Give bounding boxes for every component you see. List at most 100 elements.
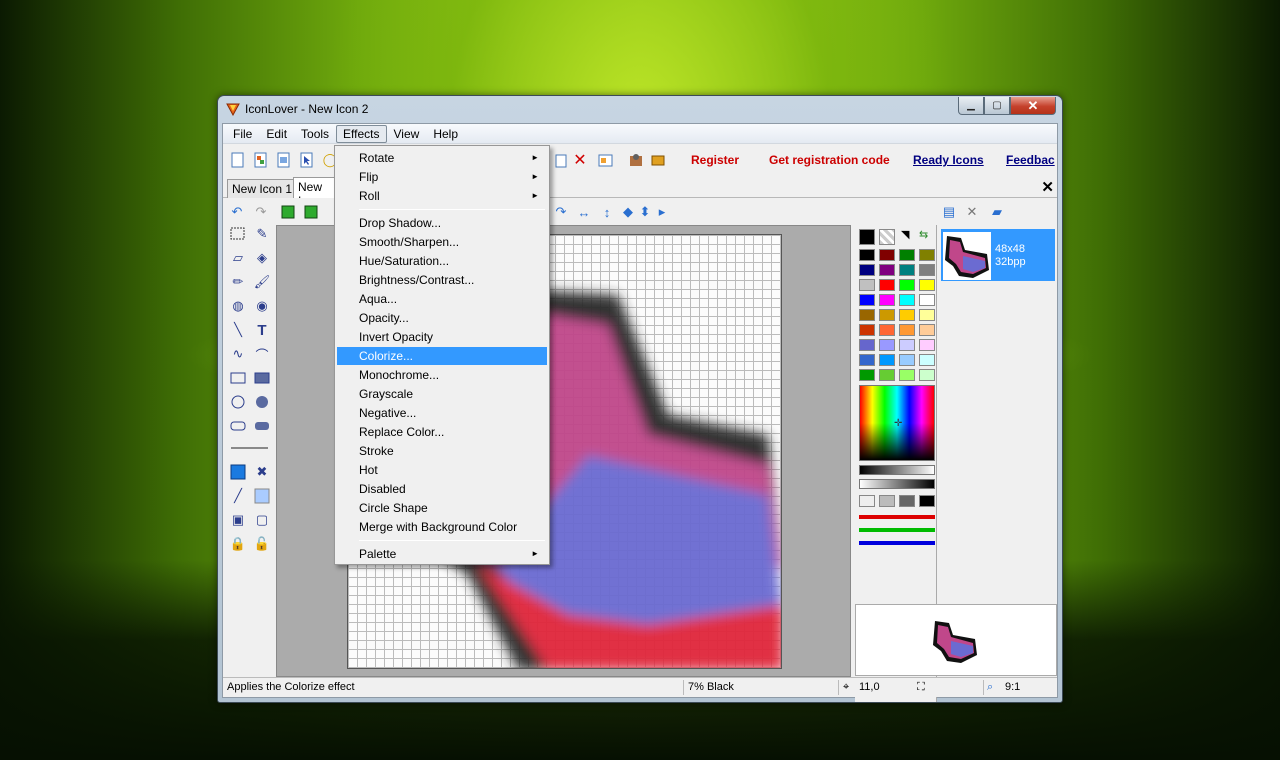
effects-menu-item[interactable]: Invert Opacity bbox=[337, 328, 547, 346]
color-swatch[interactable] bbox=[879, 264, 895, 276]
color-swatch[interactable] bbox=[919, 264, 935, 276]
color-swatch[interactable] bbox=[859, 279, 875, 291]
eraser-icon[interactable]: ▱ bbox=[229, 249, 247, 267]
menu-tools[interactable]: Tools bbox=[294, 125, 336, 143]
layer-green2-icon[interactable] bbox=[303, 204, 319, 220]
color-swatch[interactable] bbox=[879, 354, 895, 366]
rotate-icon[interactable]: ↷ bbox=[553, 204, 569, 220]
color-swatch[interactable] bbox=[899, 369, 915, 381]
color-swatch[interactable] bbox=[879, 249, 895, 261]
curve-icon[interactable]: ∿ bbox=[229, 345, 247, 363]
new-icon[interactable] bbox=[230, 152, 246, 168]
color-swatch[interactable] bbox=[879, 279, 895, 291]
rect-icon[interactable] bbox=[229, 369, 247, 387]
effects-menu-item[interactable]: Hue/Saturation... bbox=[337, 252, 547, 270]
feedback-link[interactable]: Feedbac bbox=[1006, 153, 1055, 167]
select-rect-icon[interactable] bbox=[229, 225, 247, 243]
delete-icon[interactable]: ✕ bbox=[572, 152, 588, 169]
effects-menu-item[interactable]: Palette ► bbox=[337, 545, 547, 563]
unlock-icon[interactable]: 🔓 bbox=[253, 535, 271, 553]
title-bar[interactable]: IconLover - New Icon 2 ▁ ▢ ✕ bbox=[218, 96, 1062, 122]
menu-view[interactable]: View bbox=[387, 125, 427, 143]
flip-vertical-icon[interactable]: ↕ bbox=[599, 204, 615, 220]
flip-horizontal-icon[interactable]: ↔ bbox=[576, 204, 592, 220]
open-icon[interactable] bbox=[276, 152, 292, 168]
brush-icon[interactable]: 🖌 bbox=[253, 273, 271, 291]
effects-menu-item[interactable]: Monochrome... bbox=[337, 366, 547, 384]
color-swatch[interactable] bbox=[919, 339, 935, 351]
get-registration-code-link[interactable]: Get registration code bbox=[769, 153, 890, 167]
lightness-bar[interactable] bbox=[859, 465, 935, 475]
undo-icon[interactable]: ↶ bbox=[229, 204, 245, 220]
roundrect-icon[interactable] bbox=[229, 417, 247, 435]
pencil-icon[interactable]: ✏ bbox=[229, 273, 247, 291]
color-swatch[interactable] bbox=[919, 369, 935, 381]
effects-menu-item[interactable]: Hot bbox=[337, 461, 547, 479]
color-swatch[interactable] bbox=[879, 294, 895, 306]
color-swatch[interactable] bbox=[859, 294, 875, 306]
blue-slider[interactable] bbox=[859, 541, 935, 545]
color-swatch[interactable] bbox=[899, 354, 915, 366]
effects-menu-item[interactable]: Negative... bbox=[337, 404, 547, 422]
color-swatch[interactable] bbox=[859, 339, 875, 351]
color-swatch[interactable] bbox=[919, 294, 935, 306]
alpha-swatch-2[interactable] bbox=[879, 495, 895, 507]
effects-menu-item[interactable]: Merge with Background Color bbox=[337, 518, 547, 536]
maximize-button[interactable]: ▢ bbox=[984, 97, 1010, 115]
format-delete-icon[interactable]: ✕ bbox=[964, 204, 980, 220]
color-swatch[interactable] bbox=[879, 339, 895, 351]
background-color[interactable] bbox=[879, 229, 895, 245]
layer-icon[interactable]: ▣ bbox=[229, 511, 247, 529]
text-icon[interactable]: T bbox=[253, 321, 271, 339]
effects-menu-item[interactable]: Circle Shape bbox=[337, 499, 547, 517]
alpha-bar[interactable] bbox=[859, 479, 935, 489]
layer-green-icon[interactable] bbox=[280, 204, 296, 220]
color-swatch[interactable] bbox=[919, 279, 935, 291]
menu-help[interactable]: Help bbox=[426, 125, 465, 143]
format-item[interactable]: 48x48 32bpp bbox=[941, 229, 1055, 281]
copy-icon[interactable] bbox=[553, 152, 569, 168]
eraser-format-icon[interactable]: ▰ bbox=[989, 204, 1005, 220]
ready-icons-link[interactable]: Ready Icons bbox=[913, 153, 984, 167]
clear-icon[interactable]: ◈ bbox=[253, 249, 271, 267]
effects-menu-item[interactable]: Brightness/Contrast... bbox=[337, 271, 547, 289]
ellipse-icon[interactable] bbox=[229, 393, 247, 411]
effects-menu-item[interactable]: Colorize... bbox=[337, 347, 547, 365]
foreground-color[interactable] bbox=[859, 229, 875, 245]
fill-icon[interactable]: ◍ bbox=[229, 297, 247, 315]
filled-roundrect-icon[interactable] bbox=[253, 417, 271, 435]
color-swatch[interactable] bbox=[859, 324, 875, 336]
color-swatch[interactable] bbox=[899, 294, 915, 306]
color-spectrum[interactable]: ✛ bbox=[859, 385, 935, 461]
move-left-icon[interactable]: ◆ bbox=[620, 204, 636, 220]
register-link[interactable]: Register bbox=[691, 153, 739, 167]
line-icon[interactable]: ╲ bbox=[229, 321, 247, 339]
effects-menu-item[interactable]: Grayscale bbox=[337, 385, 547, 403]
effects-menu-item[interactable]: Aqua... bbox=[337, 290, 547, 308]
red-slider[interactable] bbox=[859, 515, 935, 519]
move-right-icon[interactable]: ▸ bbox=[654, 204, 670, 220]
alpha-swatch-1[interactable] bbox=[859, 495, 875, 507]
color-swatch[interactable] bbox=[919, 249, 935, 261]
eyedropper-icon[interactable]: ✎ bbox=[253, 225, 271, 243]
color-swatch[interactable] bbox=[899, 249, 915, 261]
effects-menu-item[interactable]: Roll ► bbox=[337, 187, 547, 205]
alpha-swatch-4[interactable] bbox=[919, 495, 935, 507]
tab-new-icon-2[interactable]: New Ic bbox=[293, 177, 339, 198]
redo-icon[interactable]: ↷ bbox=[253, 204, 269, 220]
menu-effects[interactable]: Effects bbox=[336, 124, 387, 143]
pointer-icon[interactable] bbox=[299, 152, 315, 168]
color-swatch[interactable] bbox=[899, 309, 915, 321]
move-updown-icon[interactable]: ⬍ bbox=[637, 204, 653, 220]
lock-icon[interactable]: 🔒 bbox=[229, 535, 247, 553]
color-swatch[interactable] bbox=[859, 309, 875, 321]
alpha-swatch-3[interactable] bbox=[899, 495, 915, 507]
color-swatch[interactable] bbox=[899, 279, 915, 291]
layers-icon[interactable]: ▢ bbox=[253, 511, 271, 529]
color-swatch[interactable] bbox=[899, 264, 915, 276]
color-swatch[interactable] bbox=[859, 264, 875, 276]
antialias-icon[interactable]: ╱ bbox=[229, 487, 247, 505]
new-library-icon[interactable] bbox=[253, 152, 269, 168]
effects-menu-item[interactable]: Flip ► bbox=[337, 168, 547, 186]
close-button[interactable]: ✕ bbox=[1010, 97, 1056, 115]
